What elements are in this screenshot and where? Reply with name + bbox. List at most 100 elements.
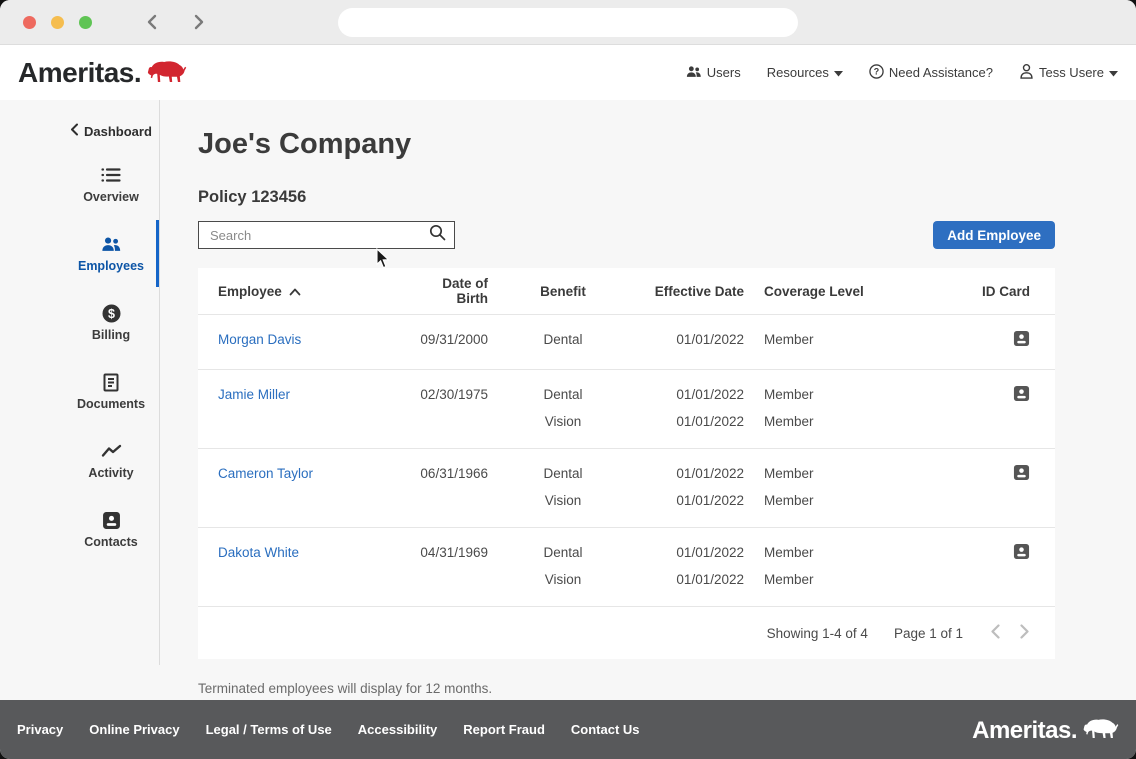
coverage-cell: Member [764, 330, 944, 349]
sidebar-item-label: Billing [92, 328, 130, 342]
footer-link-online-privacy[interactable]: Online Privacy [89, 722, 179, 737]
column-header-employee[interactable]: Employee [198, 284, 408, 299]
nav-resources-label: Resources [767, 65, 829, 80]
dob-cell: 06/31/1966 [408, 464, 488, 483]
nav-username-label: Tess Usere [1039, 65, 1104, 80]
close-window-button[interactable] [23, 16, 36, 29]
nav-user-menu[interactable]: Tess Usere [1019, 63, 1118, 82]
coverage-cell: Member [764, 385, 944, 404]
dob-cell: 09/31/2000 [408, 330, 488, 349]
employee-name-link[interactable]: Jamie Miller [218, 387, 290, 402]
list-icon [101, 165, 121, 185]
browser-back-icon[interactable] [144, 12, 160, 32]
column-header-benefit: Benefit [488, 284, 638, 299]
footer-link-legal-terms[interactable]: Legal / Terms of Use [206, 722, 332, 737]
benefit-cell: Dental [488, 330, 638, 349]
users-icon [686, 65, 702, 81]
effective-date-cell: 01/01/2022 [638, 491, 744, 510]
browser-forward-icon[interactable] [191, 12, 207, 32]
benefit-cell: Vision [488, 491, 638, 510]
nav-resources[interactable]: Resources [767, 65, 843, 80]
sidebar-item-billing[interactable]: $ Billing [0, 303, 160, 342]
bison-logo-icon [1081, 717, 1119, 745]
footer-ameritas-logo: Ameritas. [972, 717, 1119, 743]
id-card-icon[interactable] [1013, 543, 1030, 560]
chevron-left-icon [70, 123, 79, 139]
nav-users[interactable]: Users [686, 65, 741, 81]
sidebar-item-label: Documents [77, 397, 145, 411]
coverage-cell: Member [764, 491, 944, 510]
benefit-cell: Vision [488, 412, 638, 431]
page-indicator: Page 1 of 1 [894, 626, 963, 641]
maximize-window-button[interactable] [79, 16, 92, 29]
address-bar[interactable] [338, 8, 798, 37]
employee-name-link[interactable]: Dakota White [218, 545, 299, 560]
search-icon[interactable] [429, 224, 446, 246]
policy-number: Policy 123456 [198, 188, 1136, 207]
coverage-cell: Member [764, 412, 944, 431]
column-header-id-card: ID Card [944, 284, 1055, 299]
next-page-icon[interactable] [1018, 623, 1031, 643]
column-header-dob: Date of Birth [408, 276, 488, 306]
app-header: Ameritas. Users Resources ? [0, 45, 1136, 100]
question-circle-icon: ? [869, 64, 884, 82]
document-icon [103, 372, 119, 392]
sidebar-item-label: Activity [88, 466, 133, 480]
minimize-window-button[interactable] [51, 16, 64, 29]
coverage-cell: Member [764, 543, 944, 562]
main-content: Joe's Company Policy 123456 Add Employee… [160, 100, 1136, 700]
nav-assistance-label: Need Assistance? [889, 65, 993, 80]
column-header-effective-date: Effective Date [638, 284, 744, 299]
effective-date-cell: 01/01/2022 [638, 385, 744, 404]
showing-count: Showing 1-4 of 4 [767, 626, 868, 641]
footer: Privacy Online Privacy Legal / Terms of … [0, 700, 1136, 759]
sidebar-item-employees[interactable]: Employees [0, 234, 160, 273]
sidebar-nav: Overview Employees $ Billing [0, 165, 160, 579]
column-header-coverage-level: Coverage Level [744, 284, 944, 299]
browser-window: Ameritas. Users Resources ? [0, 0, 1136, 759]
sidebar-item-documents[interactable]: Documents [0, 372, 160, 411]
svg-text:$: $ [108, 306, 115, 320]
footer-link-contact-us[interactable]: Contact Us [571, 722, 640, 737]
footer-link-report-fraud[interactable]: Report Fraud [463, 722, 545, 737]
search-box [198, 221, 455, 249]
chevron-down-icon [1109, 65, 1118, 80]
sidebar-item-label: Employees [78, 259, 144, 273]
sidebar-back-label: Dashboard [84, 124, 152, 139]
footer-link-privacy[interactable]: Privacy [17, 722, 63, 737]
chevron-down-icon [834, 65, 843, 80]
effective-date-cell: 01/01/2022 [638, 543, 744, 562]
coverage-cell: Member [764, 570, 944, 589]
footer-link-accessibility[interactable]: Accessibility [358, 722, 438, 737]
contact-card-icon [102, 510, 121, 530]
effective-date-cell: 01/01/2022 [638, 412, 744, 431]
search-input[interactable] [208, 227, 429, 244]
employee-table: Employee Date of Birth Benefit Effective… [198, 268, 1055, 659]
sidebar-item-overview[interactable]: Overview [0, 165, 160, 204]
previous-page-icon[interactable] [989, 623, 1002, 643]
footer-links: Privacy Online Privacy Legal / Terms of … [17, 722, 640, 737]
sidebar-back-dashboard[interactable]: Dashboard [70, 123, 160, 139]
sidebar: Dashboard Overview Employees [0, 100, 160, 700]
employee-name-link[interactable]: Cameron Taylor [218, 466, 313, 481]
browser-chrome [0, 0, 1136, 45]
add-employee-button[interactable]: Add Employee [933, 221, 1055, 249]
window-controls [0, 16, 92, 29]
pagination-bar: Showing 1-4 of 4 Page 1 of 1 [198, 607, 1055, 659]
benefit-cell: Dental [488, 543, 638, 562]
benefit-cell: Dental [488, 464, 638, 483]
id-card-icon[interactable] [1013, 464, 1030, 481]
nav-need-assistance[interactable]: ? Need Assistance? [869, 64, 993, 82]
ameritas-logo[interactable]: Ameritas. [18, 59, 187, 87]
coverage-cell: Member [764, 464, 944, 483]
id-card-icon[interactable] [1013, 385, 1030, 402]
sidebar-item-activity[interactable]: Activity [0, 441, 160, 480]
sidebar-item-label: Overview [83, 190, 139, 204]
footer-brand-wordmark: Ameritas. [972, 719, 1077, 743]
employee-name-link[interactable]: Morgan Davis [218, 332, 301, 347]
benefit-cell: Vision [488, 570, 638, 589]
id-card-icon[interactable] [1013, 330, 1030, 347]
effective-date-cell: 01/01/2022 [638, 330, 744, 349]
top-navigation: Users Resources ? Need Assistance? Tess … [686, 63, 1118, 82]
sidebar-item-contacts[interactable]: Contacts [0, 510, 160, 549]
